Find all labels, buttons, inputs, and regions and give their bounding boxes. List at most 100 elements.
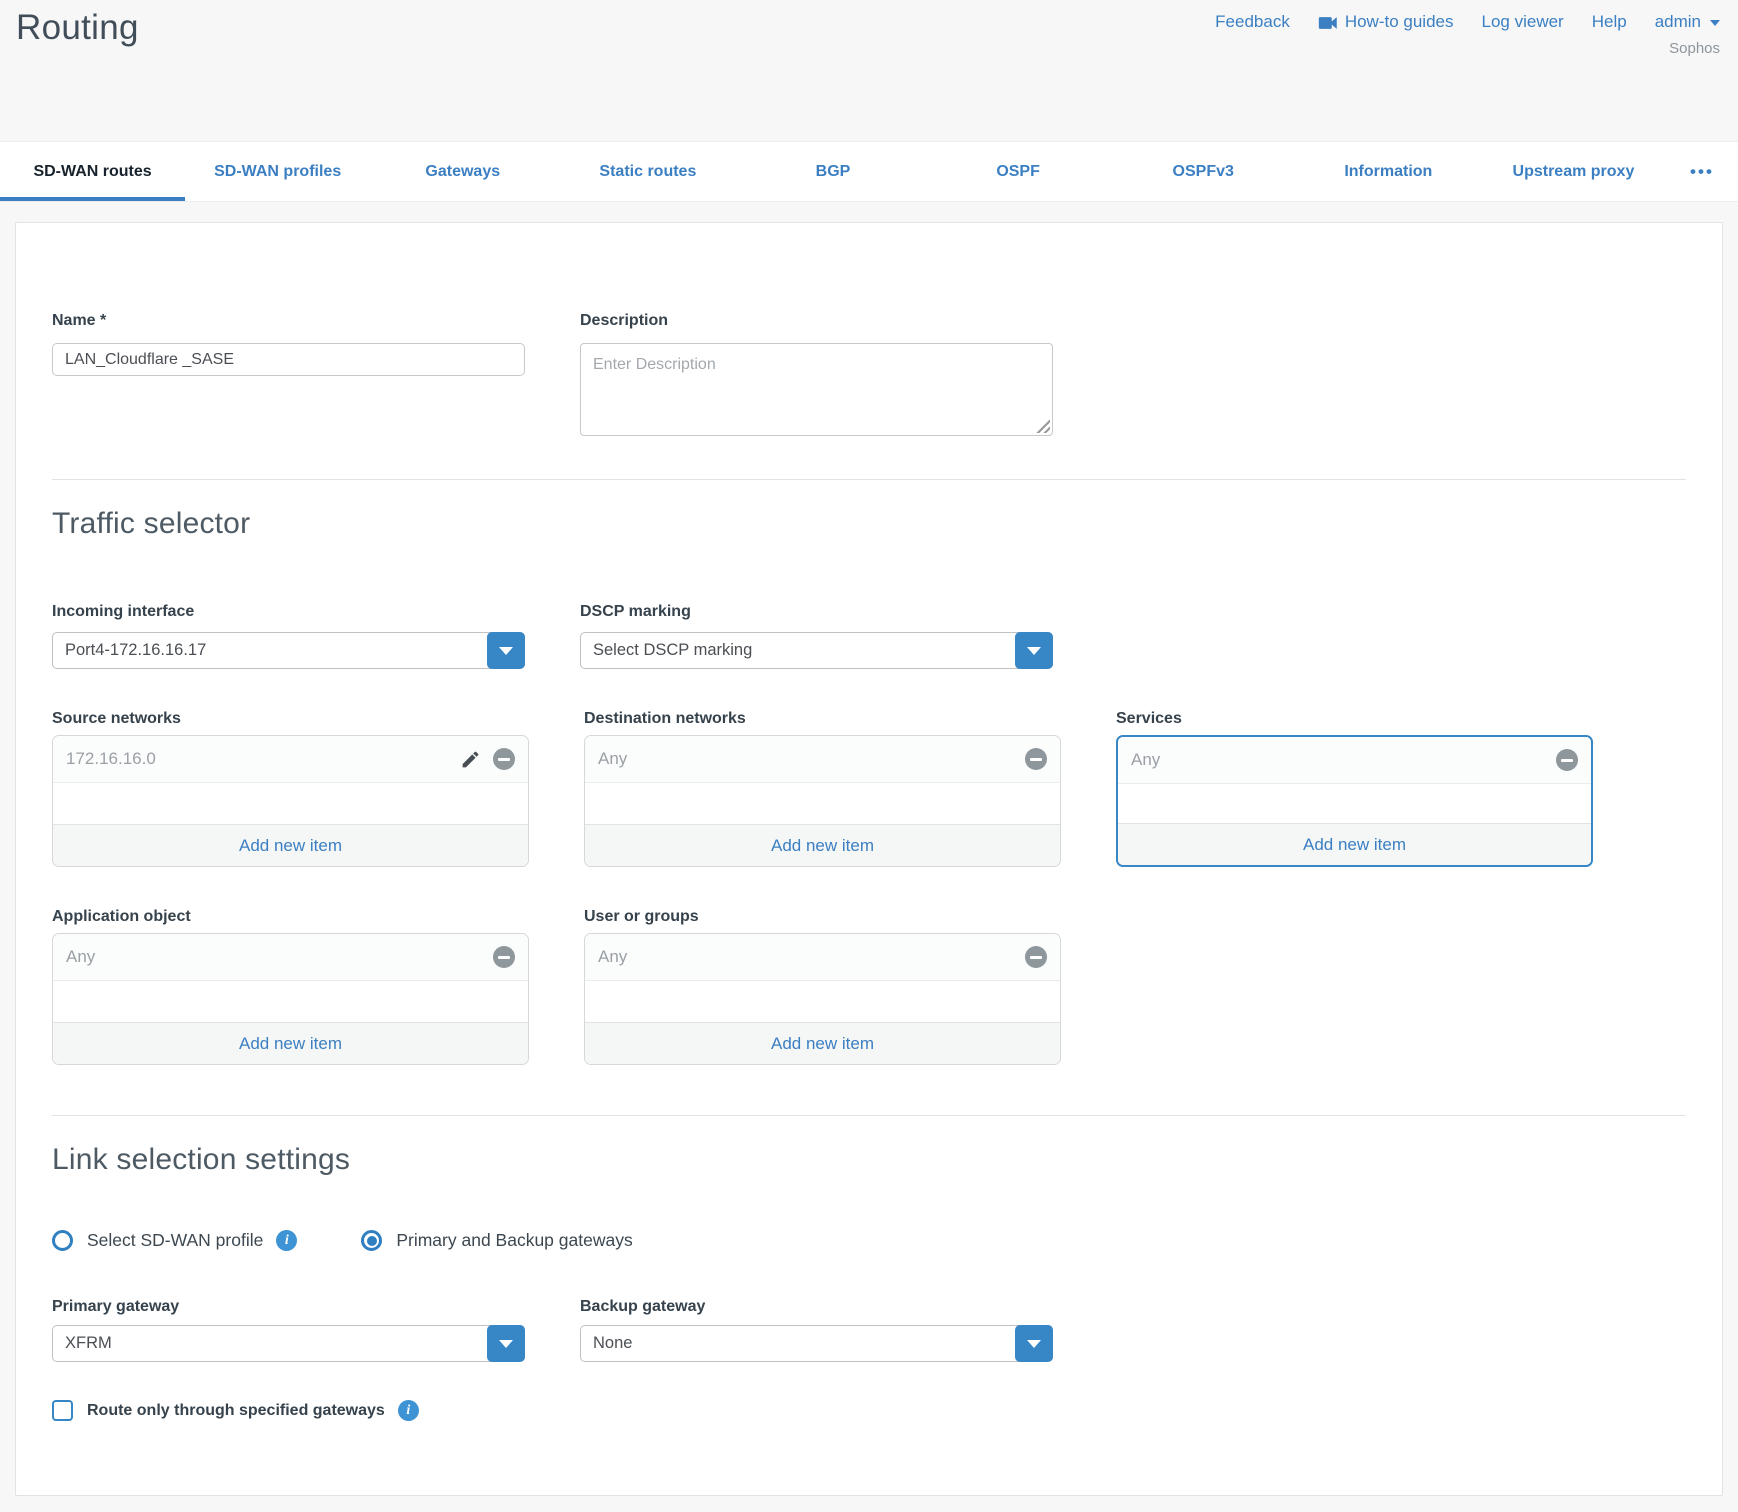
source-networks-label: Source networks: [52, 709, 529, 729]
tab-bgp[interactable]: BGP: [740, 142, 925, 201]
gateway-selects-row: Primary gateway XFRM Backup gateway None: [52, 1251, 1686, 1362]
incoming-interface-select[interactable]: Port4-172.16.16.17: [52, 632, 525, 669]
name-description-row: Name * Description: [52, 311, 1686, 436]
log-viewer-link[interactable]: Log viewer: [1482, 12, 1564, 32]
backup-gateway-value: None: [593, 1334, 632, 1353]
description-field-wrap: [580, 343, 1053, 436]
tab-label: OSPF: [996, 163, 1040, 181]
list-spacer: [585, 783, 1060, 824]
route-only-checkbox[interactable]: [52, 1400, 73, 1421]
dropdown-button[interactable]: [487, 1325, 525, 1362]
tab-upstream-proxy[interactable]: Upstream proxy: [1481, 142, 1666, 201]
application-object-label: Application object: [52, 907, 529, 927]
description-textarea[interactable]: [581, 344, 1052, 435]
tab-static-routes[interactable]: Static routes: [555, 142, 740, 201]
remove-item-icon[interactable]: [1025, 946, 1047, 968]
feedback-link[interactable]: Feedback: [1215, 12, 1290, 32]
user-or-groups-value: Any: [598, 947, 1013, 967]
add-new-item-button[interactable]: Add new item: [1118, 823, 1591, 865]
remove-item-icon[interactable]: [1556, 749, 1578, 771]
list-spacer: [1118, 784, 1591, 823]
list-item: Any: [1118, 737, 1591, 784]
remove-item-icon[interactable]: [1025, 748, 1047, 770]
networks-row: Source networks 172.16.16.0 Add new item…: [52, 669, 1686, 867]
page-title: Routing: [16, 8, 139, 48]
remove-item-icon[interactable]: [493, 748, 515, 770]
info-icon[interactable]: i: [398, 1400, 419, 1421]
services-label: Services: [1116, 709, 1593, 729]
tab-label: OSPFv3: [1173, 163, 1234, 181]
destination-network-value: Any: [598, 749, 1013, 769]
radio-primary-backup-gateways[interactable]: [361, 1230, 382, 1251]
list-item: Any: [585, 736, 1060, 783]
tab-ospf[interactable]: OSPF: [926, 142, 1111, 201]
list-item: Any: [585, 934, 1060, 981]
primary-gateway-value: XFRM: [65, 1334, 112, 1353]
help-link[interactable]: Help: [1592, 12, 1627, 32]
source-network-value: 172.16.16.0: [66, 749, 448, 769]
add-new-item-button[interactable]: Add new item: [53, 1022, 528, 1064]
list-spacer: [53, 981, 528, 1022]
dropdown-button[interactable]: [1015, 1325, 1053, 1362]
add-new-item-button[interactable]: Add new item: [53, 824, 528, 866]
admin-menu-label: admin: [1655, 12, 1701, 32]
gateway-mode-radios: Select SD-WAN profile i Primary and Back…: [52, 1230, 1686, 1251]
services-box: Any Add new item: [1116, 735, 1593, 867]
primary-gateway-select[interactable]: XFRM: [52, 1325, 525, 1362]
dropdown-button[interactable]: [487, 632, 525, 669]
incoming-interface-label: Incoming interface: [52, 602, 525, 622]
edit-pencil-icon[interactable]: [460, 749, 481, 770]
tab-label: BGP: [816, 163, 851, 181]
chevron-down-icon: [1710, 20, 1720, 26]
radio-label-sdwan-profile: Select SD-WAN profile: [87, 1230, 263, 1251]
backup-gateway-label: Backup gateway: [580, 1297, 1053, 1317]
incoming-interface-value: Port4-172.16.16.17: [65, 641, 206, 660]
admin-menu[interactable]: admin: [1655, 12, 1720, 32]
remove-item-icon[interactable]: [493, 946, 515, 968]
interface-dscp-labels: Incoming interface Port4-172.16.16.17 DS…: [52, 602, 1686, 669]
route-only-label: Route only through specified gateways: [87, 1402, 385, 1420]
top-nav: Feedback How-to guides Log viewer Help a…: [1215, 12, 1720, 32]
active-tab-underline: [0, 197, 185, 201]
add-new-item-button[interactable]: Add new item: [585, 824, 1060, 866]
tab-label: Gateways: [425, 163, 500, 181]
tab-information[interactable]: Information: [1296, 142, 1481, 201]
application-object-value: Any: [66, 947, 481, 967]
chevron-down-icon: [499, 1340, 513, 1348]
list-spacer: [585, 981, 1060, 1022]
tab-ospfv3[interactable]: OSPFv3: [1111, 142, 1296, 201]
video-camera-icon: [1318, 15, 1338, 29]
howto-guides-label: How-to guides: [1345, 12, 1454, 32]
radio-select-sdwan-profile[interactable]: [52, 1230, 73, 1251]
traffic-selector-heading: Traffic selector: [52, 506, 1686, 542]
name-input[interactable]: [52, 343, 525, 376]
tab-sdwan-profiles[interactable]: SD-WAN profiles: [185, 142, 370, 201]
section-divider: [52, 479, 1686, 480]
backup-gateway-select[interactable]: None: [580, 1325, 1053, 1362]
radio-label-primary-backup: Primary and Backup gateways: [396, 1230, 632, 1251]
info-icon[interactable]: i: [276, 1230, 297, 1251]
tab-label: Static routes: [599, 163, 696, 181]
sdwan-route-form-panel: Name * Description Traffic selector Inco…: [15, 222, 1723, 1496]
section-divider: [52, 1115, 1686, 1116]
tab-sdwan-routes[interactable]: SD-WAN routes: [0, 142, 185, 201]
tab-more[interactable]: •••: [1666, 142, 1738, 201]
description-label: Description: [580, 311, 1053, 331]
chevron-down-icon: [499, 647, 513, 655]
howto-guides-link[interactable]: How-to guides: [1318, 12, 1454, 32]
chevron-down-icon: [1027, 647, 1041, 655]
tab-gateways[interactable]: Gateways: [370, 142, 555, 201]
tab-label: Information: [1344, 163, 1432, 181]
destination-networks-box: Any Add new item: [584, 735, 1061, 867]
user-or-groups-box: Any Add new item: [584, 933, 1061, 1065]
add-new-item-button[interactable]: Add new item: [585, 1022, 1060, 1064]
dscp-marking-select[interactable]: Select DSCP marking: [580, 632, 1053, 669]
page-header: Routing Feedback How-to guides Log viewe…: [0, 0, 1738, 141]
chevron-down-icon: [1027, 1340, 1041, 1348]
list-item: 172.16.16.0: [53, 736, 528, 783]
link-selection-heading: Link selection settings: [52, 1142, 1686, 1178]
tab-label: SD-WAN routes: [33, 163, 151, 181]
primary-gateway-label: Primary gateway: [52, 1297, 525, 1317]
dropdown-button[interactable]: [1015, 632, 1053, 669]
source-networks-box: 172.16.16.0 Add new item: [52, 735, 529, 867]
